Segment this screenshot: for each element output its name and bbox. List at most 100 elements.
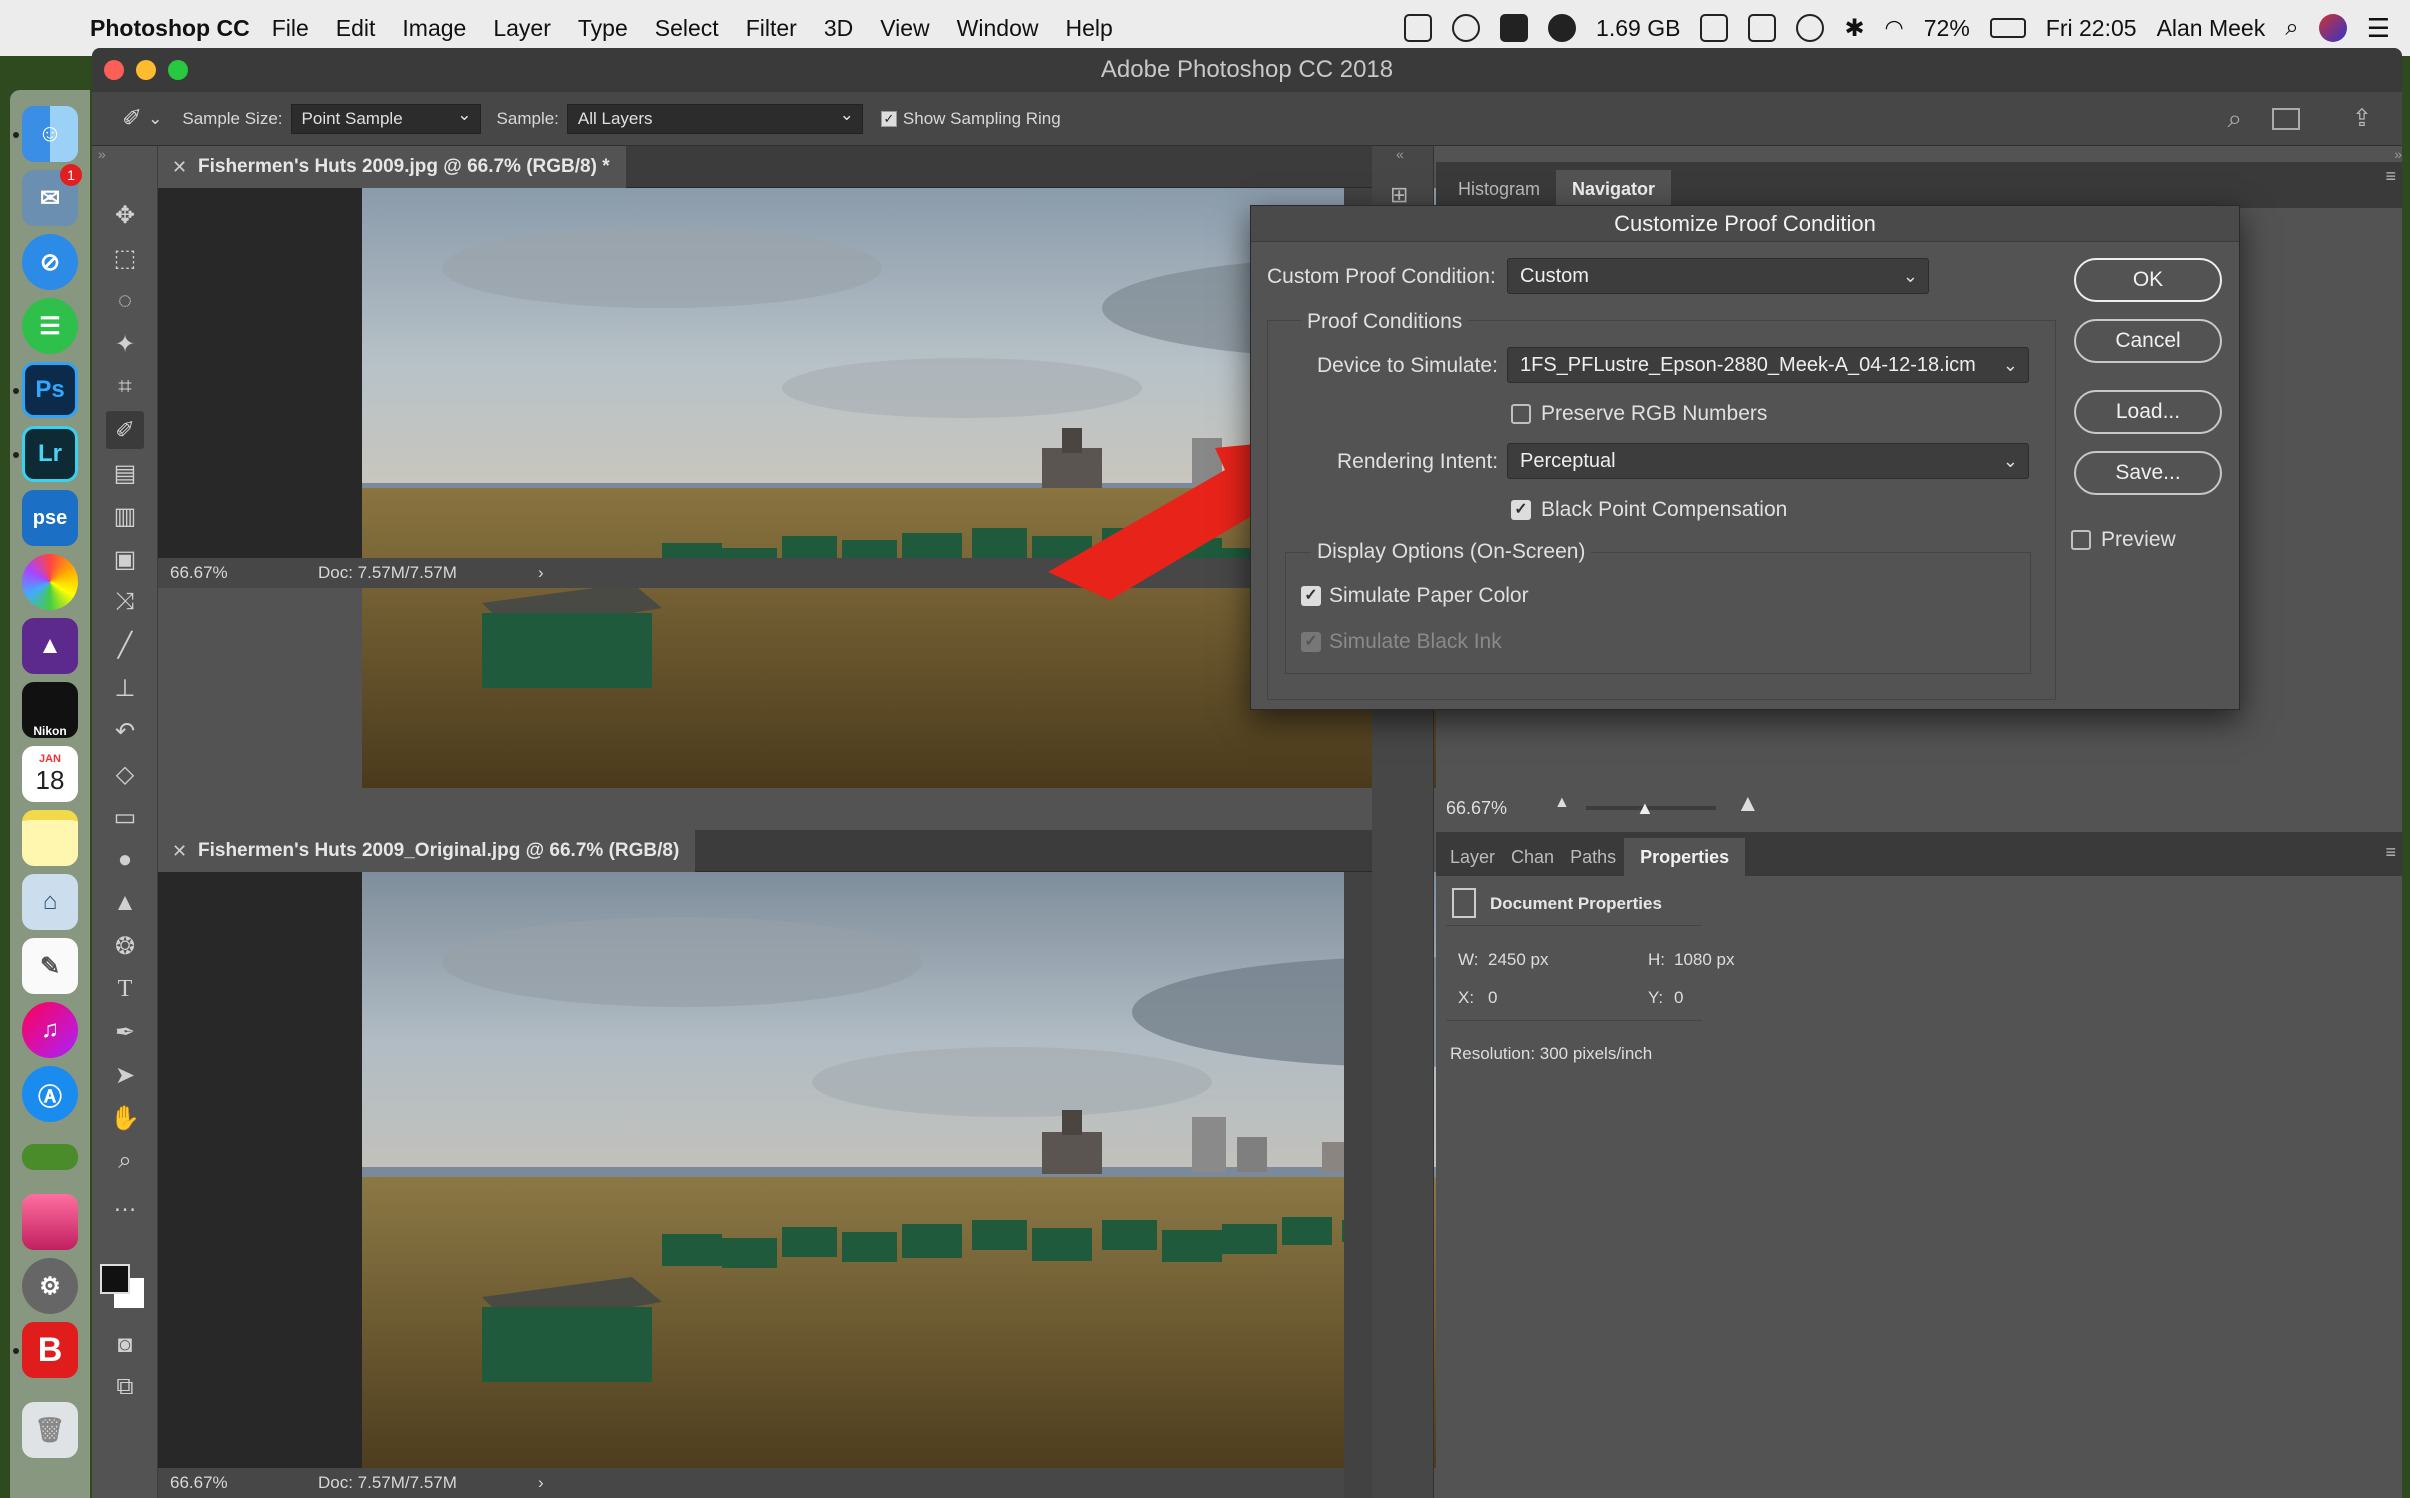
canvas-area[interactable]	[158, 872, 1722, 1468]
photoshop-elements-icon[interactable]: pse	[22, 490, 78, 546]
black-point-compensation-checkbox[interactable]: ✓	[1511, 500, 1531, 520]
bartender-icon[interactable]	[1500, 14, 1529, 42]
ok-button[interactable]: OK	[2074, 258, 2222, 302]
eyedropper-tool-preset-icon[interactable]: ✐	[122, 104, 142, 133]
preserve-rgb-label[interactable]: Preserve RGB Numbers	[1541, 402, 1767, 426]
siri-icon[interactable]	[2318, 14, 2347, 42]
pen-tool-icon[interactable]: ✒	[106, 1013, 144, 1051]
quick-mask-icon[interactable]: ◙	[106, 1326, 144, 1364]
bluetooth-icon[interactable]: ✱	[1844, 14, 1864, 43]
type-tool-icon[interactable]: T	[106, 970, 144, 1008]
close-window-button[interactable]	[104, 60, 124, 80]
photos-icon[interactable]	[22, 554, 78, 610]
creative-cloud-icon[interactable]	[1452, 14, 1481, 42]
shield-icon[interactable]	[1404, 14, 1433, 42]
foreground-color-swatch[interactable]	[100, 1264, 130, 1294]
history-brush-tool-icon[interactable]: ↶	[106, 712, 144, 750]
device-to-simulate-select[interactable]: 1FS_PFLustre_Epson-2880_Meek-A_04-12-18.…	[1507, 347, 2029, 383]
document-tab[interactable]: Fishermen's Huts 2009_Original.jpg @ 66.…	[158, 830, 1372, 872]
dodge-tool-icon[interactable]: ▲	[106, 884, 144, 922]
display-icon[interactable]	[1748, 14, 1777, 42]
tab-channels[interactable]: Chan	[1503, 838, 1562, 876]
calendar-icon[interactable]: JAN 18	[22, 746, 78, 802]
more-tools-icon[interactable]: …	[106, 1185, 144, 1223]
x-value[interactable]: 0	[1488, 988, 1497, 1008]
show-sampling-ring-checkbox[interactable]: ✓	[880, 110, 897, 127]
spot-healing-tool-icon[interactable]: ▤	[106, 454, 144, 492]
zoom-level[interactable]: 66.67%	[170, 1468, 228, 1498]
zoom-out-icon[interactable]: ▲	[1554, 794, 1570, 812]
patch-tool-icon[interactable]: ▣	[106, 540, 144, 578]
menu-view[interactable]: View	[880, 15, 929, 42]
canvas-area[interactable]	[158, 188, 1722, 788]
load-button[interactable]: Load...	[2074, 390, 2222, 434]
cancel-button[interactable]: Cancel	[2074, 319, 2222, 363]
time-machine-icon[interactable]	[1796, 14, 1825, 42]
blur-tool-icon[interactable]: ●	[106, 841, 144, 879]
zoom-window-button[interactable]	[168, 60, 188, 80]
status-menu-icon[interactable]: ›	[538, 558, 544, 588]
zoom-level[interactable]: 66.67%	[170, 558, 228, 588]
panel-menu-icon[interactable]: ≡	[2385, 842, 2396, 863]
lasso-tool-icon[interactable]: ◌	[106, 282, 144, 320]
simulate-paper-color-label[interactable]: Simulate Paper Color	[1329, 584, 1529, 608]
messages-icon[interactable]: ☰	[22, 298, 78, 354]
affinity-photo-icon[interactable]: ▲	[22, 618, 78, 674]
eyedropper-tool-icon[interactable]: ✐	[106, 411, 144, 449]
finder-icon[interactable]: ☺	[22, 106, 78, 162]
user-name[interactable]: Alan Meek	[2157, 15, 2266, 42]
clock[interactable]: Fri 22:05	[2046, 15, 2137, 42]
nikon-icon[interactable]: Nikon	[22, 682, 78, 738]
panel-collapse-icon[interactable]: «	[1396, 146, 1404, 162]
document-tab-title[interactable]: Fishermen's Huts 2009_Original.jpg @ 66.…	[158, 830, 696, 872]
menu-help[interactable]: Help	[1065, 15, 1112, 42]
tab-navigator[interactable]: Navigator	[1556, 170, 1672, 208]
memory-clean-icon[interactable]	[22, 1144, 78, 1170]
spotlight-search-icon[interactable]: ⌕	[2285, 14, 2298, 42]
menu-window[interactable]: Window	[957, 15, 1039, 42]
menu-filter[interactable]: Filter	[746, 15, 797, 42]
panel-collapse-icon[interactable]: »	[98, 146, 106, 162]
rendering-intent-select[interactable]: Perceptual ⌄	[1507, 443, 2029, 479]
search-icon[interactable]: ⌕	[2227, 103, 2242, 135]
crop-tool-icon[interactable]: ⌗	[106, 368, 144, 406]
menu-select[interactable]: Select	[655, 15, 719, 42]
status-menu-icon[interactable]: ›	[538, 1468, 544, 1498]
wifi-icon[interactable]: ◠	[1885, 15, 1904, 41]
menu-layer[interactable]: Layer	[493, 15, 551, 42]
panel-expand-icon[interactable]: »	[2394, 146, 2402, 162]
brush-tool-icon[interactable]: ╱	[106, 626, 144, 664]
lightroom-icon[interactable]: Lr	[22, 426, 78, 482]
navigator-zoom[interactable]: 66.67%	[1446, 798, 1507, 819]
custom-proof-select[interactable]: Custom ⌄	[1507, 258, 1929, 294]
close-tab-icon[interactable]: ✕	[172, 830, 187, 872]
document-tab-title[interactable]: Fishermen's Huts 2009.jpg @ 66.7% (RGB/8…	[158, 146, 626, 188]
chevron-down-icon[interactable]: ⌄	[148, 109, 162, 129]
app-menu[interactable]: Photoshop CC	[90, 15, 250, 42]
menu-edit[interactable]: Edit	[336, 15, 376, 42]
menu-type[interactable]: Type	[578, 15, 628, 42]
notes-icon[interactable]	[22, 810, 78, 866]
tab-paths[interactable]: Paths	[1562, 838, 1624, 876]
black-point-compensation-label[interactable]: Black Point Compensation	[1541, 498, 1787, 522]
sample-size-select[interactable]: Point Sample	[290, 101, 481, 134]
sponge-tool-icon[interactable]: ❂	[106, 927, 144, 965]
sample-select[interactable]: All Layers	[566, 101, 863, 134]
simulate-paper-color-checkbox[interactable]: ✓	[1301, 586, 1321, 606]
width-value[interactable]: 2450 px	[1488, 950, 1549, 970]
hand-tool-icon[interactable]: ✋	[106, 1099, 144, 1137]
menu-3d[interactable]: 3D	[824, 15, 853, 42]
preview-checkbox[interactable]	[2071, 530, 2091, 550]
cleanmymac-icon[interactable]	[22, 1194, 78, 1250]
trash-icon[interactable]: 🗑	[22, 1402, 78, 1458]
magic-wand-tool-icon[interactable]: ✦	[106, 325, 144, 363]
document-tab[interactable]: Fishermen's Huts 2009.jpg @ 66.7% (RGB/8…	[158, 146, 1372, 188]
textedit-icon[interactable]: ✎	[22, 938, 78, 994]
eraser-tool-icon[interactable]: ◇	[106, 755, 144, 793]
content-aware-move-icon[interactable]: ⤨	[106, 583, 144, 621]
safari-icon[interactable]: ⊘	[22, 234, 78, 290]
memory-gauge-icon[interactable]	[1548, 14, 1577, 42]
gradient-tool-icon[interactable]: ▭	[106, 798, 144, 836]
panel-menu-icon[interactable]: ≡	[2385, 166, 2396, 187]
workspace-icon[interactable]	[2272, 107, 2300, 130]
